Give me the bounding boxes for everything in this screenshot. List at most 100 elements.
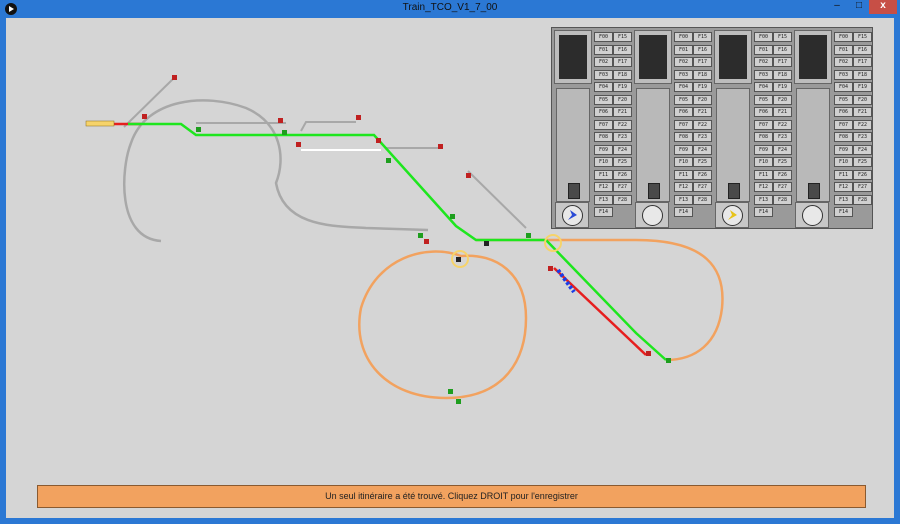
function-button-f21[interactable]: F21: [613, 107, 632, 117]
function-button-f14[interactable]: F14: [834, 207, 853, 217]
function-button-f22[interactable]: F22: [773, 119, 792, 130]
function-button-f20[interactable]: F20: [693, 94, 712, 105]
function-button-f15[interactable]: F15: [773, 32, 792, 42]
function-button-f28[interactable]: F28: [773, 194, 792, 205]
function-button-f05[interactable]: F05: [834, 94, 853, 105]
maximize-button[interactable]: □: [850, 0, 868, 14]
speed-knob[interactable]: [648, 183, 660, 199]
minimize-button[interactable]: –: [828, 0, 846, 14]
function-button-f08[interactable]: F08: [594, 132, 613, 142]
function-button-f22[interactable]: F22: [853, 119, 872, 130]
function-button-f23[interactable]: F23: [693, 132, 712, 142]
function-button-f07[interactable]: F07: [754, 119, 773, 130]
function-button-f28[interactable]: F28: [693, 194, 712, 205]
function-button-f10[interactable]: F10: [674, 157, 693, 167]
function-button-f00[interactable]: F00: [834, 32, 853, 42]
function-button-f18[interactable]: F18: [773, 69, 792, 80]
function-button-f02[interactable]: F02: [834, 57, 853, 67]
function-button-f17[interactable]: F17: [693, 57, 712, 67]
function-button-f12[interactable]: F12: [674, 182, 693, 192]
function-button-f01[interactable]: F01: [674, 44, 693, 55]
function-button-f01[interactable]: F01: [834, 44, 853, 55]
function-button-f14[interactable]: F14: [674, 207, 693, 217]
function-button-f04[interactable]: F04: [594, 82, 613, 92]
function-button-f07[interactable]: F07: [674, 119, 693, 130]
function-button-f20[interactable]: F20: [853, 94, 872, 105]
function-button-f27[interactable]: F27: [693, 182, 712, 192]
function-button-f08[interactable]: F08: [674, 132, 693, 142]
function-button-f00[interactable]: F00: [674, 32, 693, 42]
function-button-f26[interactable]: F26: [853, 169, 872, 180]
function-button-f21[interactable]: F21: [853, 107, 872, 117]
direction-icon[interactable]: [722, 205, 743, 226]
speed-knob[interactable]: [808, 183, 820, 199]
function-button-f24[interactable]: F24: [773, 144, 792, 155]
speed-knob[interactable]: [728, 183, 740, 199]
function-button-f13[interactable]: F13: [594, 194, 613, 205]
function-button-f18[interactable]: F18: [693, 69, 712, 80]
function-button-f02[interactable]: F02: [674, 57, 693, 67]
function-button-f17[interactable]: F17: [853, 57, 872, 67]
function-button-f23[interactable]: F23: [613, 132, 632, 142]
function-button-f19[interactable]: F19: [613, 82, 632, 92]
function-button-f25[interactable]: F25: [693, 157, 712, 167]
function-button-f06[interactable]: F06: [594, 107, 613, 117]
function-button-f15[interactable]: F15: [693, 32, 712, 42]
function-button-f03[interactable]: F03: [834, 69, 853, 80]
function-button-f21[interactable]: F21: [773, 107, 792, 117]
function-button-f17[interactable]: F17: [773, 57, 792, 67]
function-button-f26[interactable]: F26: [613, 169, 632, 180]
function-button-f05[interactable]: F05: [674, 94, 693, 105]
function-button-f15[interactable]: F15: [853, 32, 872, 42]
function-button-f08[interactable]: F08: [834, 132, 853, 142]
function-button-f05[interactable]: F05: [594, 94, 613, 105]
function-button-f23[interactable]: F23: [853, 132, 872, 142]
function-button-f02[interactable]: F02: [594, 57, 613, 67]
function-button-f11[interactable]: F11: [594, 169, 613, 180]
function-button-f06[interactable]: F06: [834, 107, 853, 117]
speed-knob[interactable]: [568, 183, 580, 199]
close-button[interactable]: x: [869, 0, 897, 14]
function-button-f09[interactable]: F09: [834, 144, 853, 155]
direction-dial[interactable]: [715, 202, 749, 228]
function-button-f04[interactable]: F04: [834, 82, 853, 92]
function-button-f16[interactable]: F16: [613, 44, 632, 55]
function-button-f00[interactable]: F00: [754, 32, 773, 42]
function-button-f02[interactable]: F02: [754, 57, 773, 67]
function-button-f22[interactable]: F22: [613, 119, 632, 130]
function-button-f06[interactable]: F06: [674, 107, 693, 117]
function-button-f19[interactable]: F19: [693, 82, 712, 92]
function-button-f16[interactable]: F16: [853, 44, 872, 55]
function-button-f13[interactable]: F13: [754, 194, 773, 205]
direction-icon[interactable]: [642, 205, 663, 226]
function-button-f27[interactable]: F27: [773, 182, 792, 192]
direction-dial[interactable]: [635, 202, 669, 228]
direction-dial[interactable]: [555, 202, 589, 228]
function-button-f10[interactable]: F10: [834, 157, 853, 167]
function-button-f10[interactable]: F10: [754, 157, 773, 167]
function-button-f12[interactable]: F12: [754, 182, 773, 192]
function-button-f14[interactable]: F14: [594, 207, 613, 217]
function-button-f04[interactable]: F04: [674, 82, 693, 92]
function-button-f11[interactable]: F11: [754, 169, 773, 180]
function-button-f26[interactable]: F26: [693, 169, 712, 180]
function-button-f09[interactable]: F09: [754, 144, 773, 155]
function-button-f01[interactable]: F01: [594, 44, 613, 55]
direction-dial[interactable]: [795, 202, 829, 228]
function-button-f19[interactable]: F19: [853, 82, 872, 92]
function-button-f28[interactable]: F28: [853, 194, 872, 205]
function-button-f03[interactable]: F03: [754, 69, 773, 80]
function-button-f19[interactable]: F19: [773, 82, 792, 92]
function-button-f10[interactable]: F10: [594, 157, 613, 167]
function-button-f17[interactable]: F17: [613, 57, 632, 67]
function-button-f27[interactable]: F27: [613, 182, 632, 192]
speed-slider[interactable]: [636, 88, 670, 202]
function-button-f08[interactable]: F08: [754, 132, 773, 142]
function-button-f20[interactable]: F20: [613, 94, 632, 105]
function-button-f21[interactable]: F21: [693, 107, 712, 117]
function-button-f24[interactable]: F24: [693, 144, 712, 155]
function-button-f15[interactable]: F15: [613, 32, 632, 42]
function-button-f13[interactable]: F13: [674, 194, 693, 205]
function-button-f05[interactable]: F05: [754, 94, 773, 105]
function-button-f27[interactable]: F27: [853, 182, 872, 192]
